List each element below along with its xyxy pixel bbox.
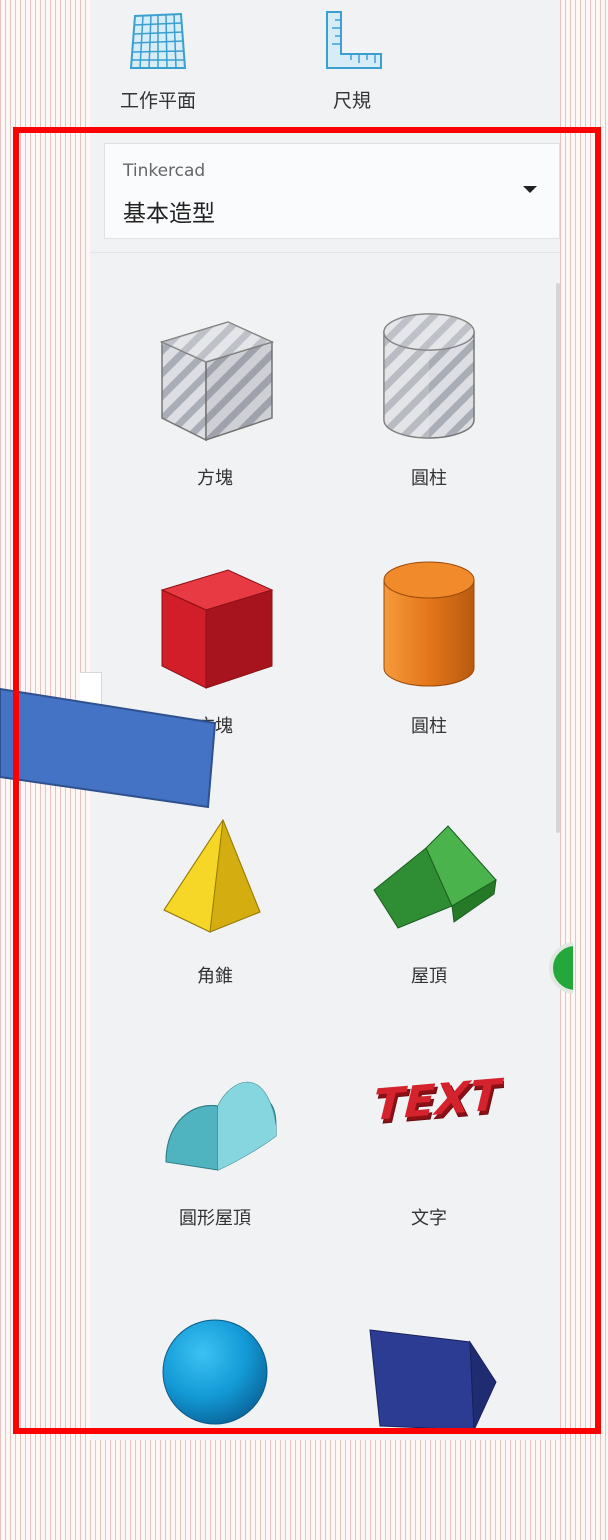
ruler-label: 尺規: [332, 90, 371, 112]
shape-label: 圓形屋頂: [179, 1208, 251, 1229]
shape-cylinder[interactable]: 圓柱: [344, 548, 514, 798]
text-icon: TEXT TEXT: [367, 1069, 504, 1136]
ruler-button[interactable]: 尺規: [282, 0, 422, 120]
ruler-icon: [326, 11, 382, 69]
cylinder-hole-icon: [383, 313, 475, 439]
workplane-icon: [129, 12, 187, 69]
shape-label: 文字: [411, 1208, 447, 1229]
shape-sphere[interactable]: [130, 1290, 300, 1540]
workplane-button[interactable]: 工作平面: [88, 0, 228, 120]
polygon-icon: [369, 1329, 497, 1431]
shape-label: 圓柱: [411, 468, 447, 489]
shape-round-roof[interactable]: 圓形屋頂: [130, 1040, 300, 1290]
shape-label: 屋頂: [411, 966, 447, 987]
scrollbar[interactable]: [556, 283, 560, 833]
shape-pyramid[interactable]: 角錐: [130, 798, 300, 1048]
shape-text[interactable]: TEXT TEXT 文字: [344, 1040, 514, 1290]
shape-label: 角錐: [197, 966, 233, 987]
divider: [90, 252, 560, 253]
shape-label: 圓柱: [411, 716, 447, 737]
green-circle-button[interactable]: [549, 942, 573, 998]
round-roof-icon: [165, 1081, 277, 1171]
library-source: Tinkercad: [123, 161, 206, 181]
caret-down-icon: [523, 186, 537, 193]
pyramid-icon: [163, 818, 261, 933]
shape-roof[interactable]: 屋頂: [344, 798, 514, 1048]
box-icon: [160, 569, 274, 689]
shape-cylinder-hole[interactable]: 圓柱: [344, 300, 514, 550]
cylinder-icon: [383, 561, 475, 687]
green-circle-icon: [549, 942, 573, 994]
workplane-label: 工作平面: [119, 90, 196, 112]
shape-polygon[interactable]: [344, 1290, 514, 1540]
shape-label: 方塊: [197, 468, 233, 489]
library-category: 基本造型: [123, 201, 215, 227]
roof-icon: [373, 825, 497, 929]
shape-box-hole[interactable]: 方塊: [130, 300, 300, 550]
box-hole-icon: [159, 321, 275, 442]
sphere-icon: [162, 1319, 268, 1425]
shape-library-dropdown[interactable]: Tinkercad 基本造型: [104, 143, 560, 239]
blue-arrow-shape: [0, 687, 217, 809]
